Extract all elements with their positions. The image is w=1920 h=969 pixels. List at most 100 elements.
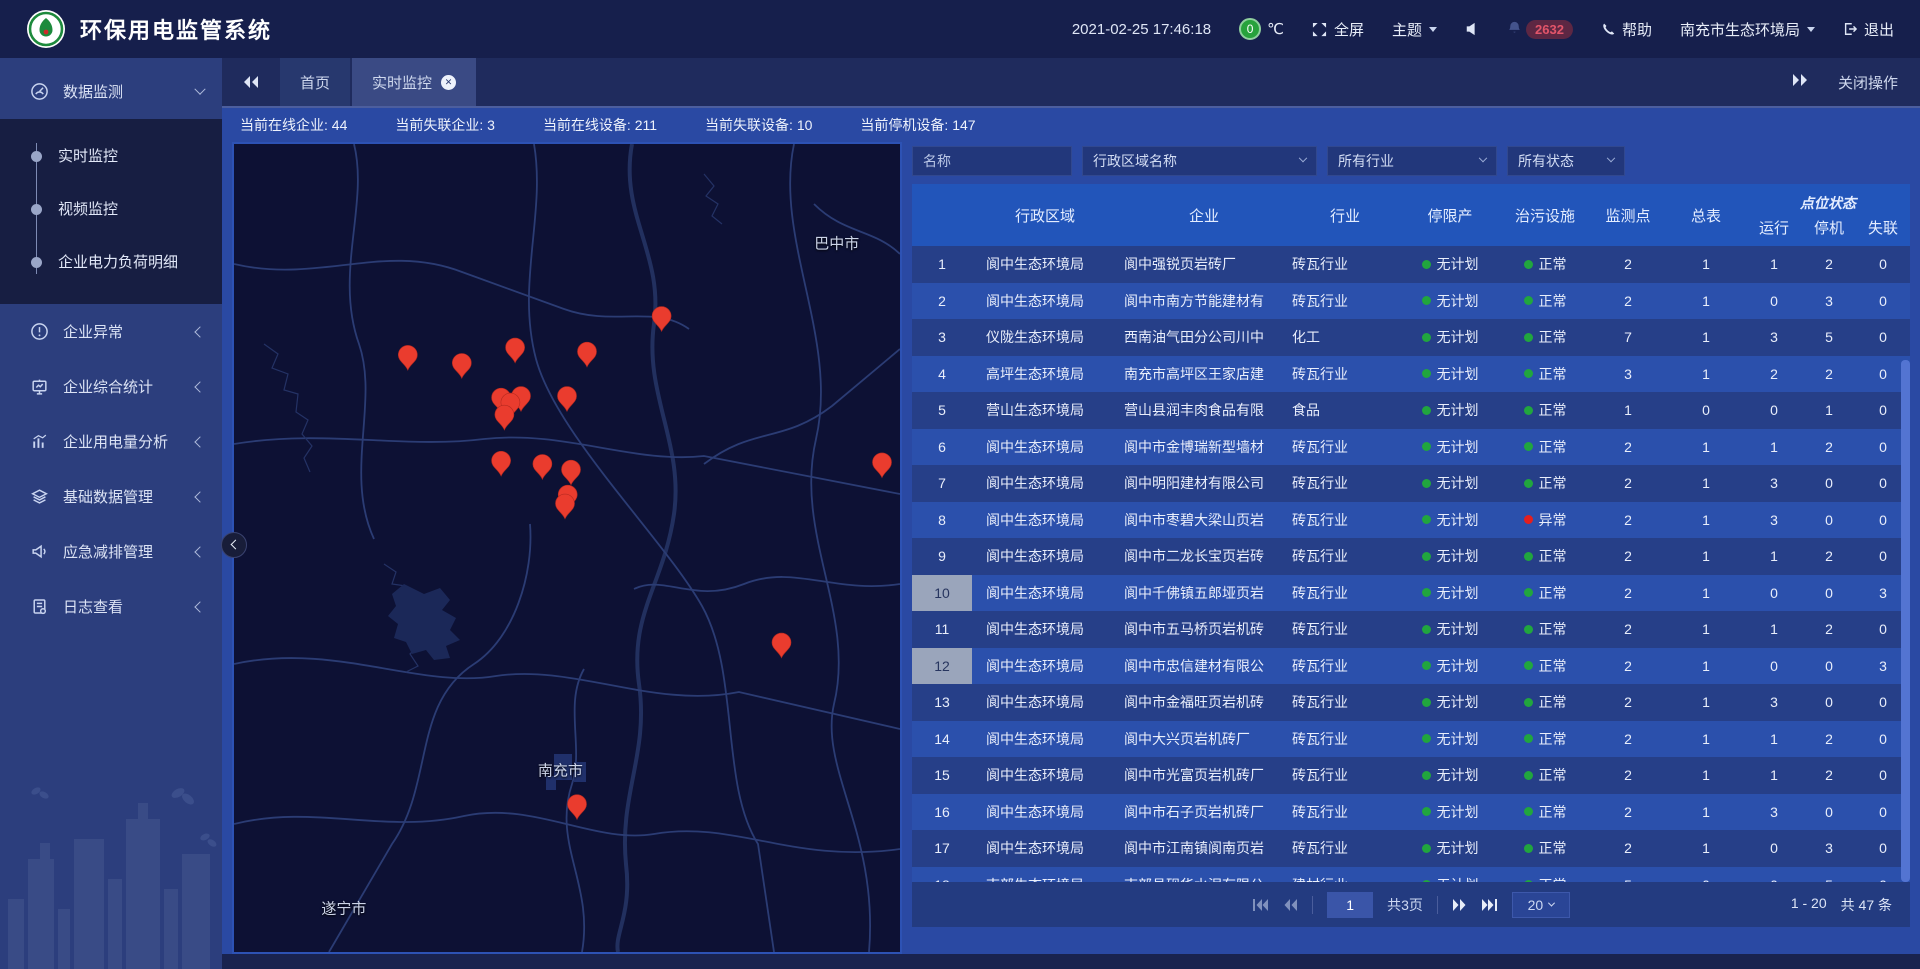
page-number-input[interactable] xyxy=(1327,892,1373,918)
map-pin-icon[interactable] xyxy=(558,387,577,412)
cell-running: 1 xyxy=(1746,246,1802,283)
cell-pollution-facility: 正常 xyxy=(1500,575,1590,612)
org-dropdown[interactable]: 南充市生态环境局 xyxy=(1680,19,1815,40)
map-pin-icon[interactable] xyxy=(578,342,597,367)
sidebar-subitem[interactable]: 实时监控 xyxy=(0,129,222,182)
table-row[interactable]: 11阆中生态环境局阆中市五马桥页岩机砖砖瓦行业无计划正常21120 xyxy=(912,611,1910,648)
map-pin-icon[interactable] xyxy=(398,345,417,370)
status-dot-green xyxy=(1524,698,1533,707)
sidebar-item[interactable]: 基础数据管理 xyxy=(0,469,222,524)
cell-stop-limit: 无计划 xyxy=(1400,502,1500,539)
table-row[interactable]: 1阆中生态环境局阆中强锐页岩砖厂砖瓦行业无计划正常21120 xyxy=(912,246,1910,283)
table-row[interactable]: 3仪陇生态环境局西南油气田分公司川中化工无计划正常71350 xyxy=(912,319,1910,356)
scroll-tabs-left-button[interactable] xyxy=(222,58,280,106)
theme-dropdown[interactable]: 主题 xyxy=(1392,19,1437,40)
table-scrollbar[interactable] xyxy=(1901,246,1910,882)
table-row[interactable]: 16阆中生态环境局阆中市石子页岩机砖厂砖瓦行业无计划正常21300 xyxy=(912,794,1910,831)
map-pin-icon[interactable] xyxy=(873,453,892,478)
cell-pollution-facility: 正常 xyxy=(1500,757,1590,794)
table-row[interactable]: 18南部生态环境局南部县砚华水泥有限公建材行业无计划正常50050 xyxy=(912,867,1910,883)
table-row[interactable]: 15阆中生态环境局阆中市光富页岩机砖厂砖瓦行业无计划正常21120 xyxy=(912,757,1910,794)
table-row[interactable]: 8阆中生态环境局阆中市枣碧大梁山页岩砖瓦行业无计划异常21300 xyxy=(912,502,1910,539)
sidebar-item[interactable]: 企业用电量分析 xyxy=(0,414,222,469)
scrollbar-thumb[interactable] xyxy=(1901,360,1910,882)
tab-close-icon[interactable] xyxy=(441,75,456,90)
last-page-button[interactable] xyxy=(1481,898,1498,912)
table-row[interactable]: 4高坪生态环境局南充市高坪区王家店建砖瓦行业无计划正常31220 xyxy=(912,356,1910,393)
notifications-button[interactable]: 2632 xyxy=(1507,20,1573,39)
sidebar-item[interactable]: 企业异常 xyxy=(0,304,222,359)
name-filter-input[interactable] xyxy=(912,146,1072,176)
cell-monitor-points: 2 xyxy=(1590,757,1666,794)
sidebar-subitem[interactable]: 企业电力负荷明细 xyxy=(0,235,222,288)
scroll-tabs-right-button[interactable] xyxy=(1792,73,1808,92)
status-dot-green xyxy=(1524,771,1533,780)
table-row[interactable]: 7阆中生态环境局阆中明阳建材有限公司砖瓦行业无计划正常21300 xyxy=(912,465,1910,502)
table-row[interactable]: 13阆中生态环境局阆中市金福旺页岩机砖砖瓦行业无计划正常21300 xyxy=(912,684,1910,721)
table-row[interactable]: 14阆中生态环境局阆中大兴页岩机砖厂砖瓦行业无计划正常21120 xyxy=(912,721,1910,758)
table-row[interactable]: 9阆中生态环境局阆中市二龙长宝页岩砖砖瓦行业无计划正常21120 xyxy=(912,538,1910,575)
cell-company: 阆中市金博瑞新型墙材 xyxy=(1118,429,1290,466)
map-panel[interactable]: 巴中市南充市遂宁市 xyxy=(232,142,902,954)
map-pin-icon[interactable] xyxy=(562,460,581,485)
help-button[interactable]: 帮助 xyxy=(1601,19,1652,40)
map-pin-icon[interactable] xyxy=(492,451,511,476)
tab-label: 首页 xyxy=(300,72,330,93)
next-page-button[interactable] xyxy=(1452,898,1467,912)
cell-stop-limit: 无计划 xyxy=(1400,392,1500,429)
status-filter-select[interactable]: 所有状态 xyxy=(1507,146,1625,176)
sidebar-item[interactable]: 应急减排管理 xyxy=(0,524,222,579)
cell-company: 阆中明阳建材有限公司 xyxy=(1118,465,1290,502)
page-size-select[interactable]: 20 xyxy=(1512,892,1570,918)
map-pin-icon[interactable] xyxy=(568,795,587,820)
table-row[interactable]: 17阆中生态环境局阆中市江南镇阆南页岩砖瓦行业无计划正常21030 xyxy=(912,830,1910,867)
cell-industry: 砖瓦行业 xyxy=(1290,794,1400,831)
cell-company: 阆中强锐页岩砖厂 xyxy=(1118,246,1290,283)
bell-icon xyxy=(1507,20,1522,39)
map-pin-icon[interactable] xyxy=(556,494,575,519)
table-row[interactable]: 12阆中生态环境局阆中市忠信建材有限公砖瓦行业无计划正常21003 xyxy=(912,648,1910,685)
map-pin-icon[interactable] xyxy=(772,633,791,658)
map-pin-icon[interactable] xyxy=(506,338,525,363)
prev-page-button[interactable] xyxy=(1283,898,1298,912)
map-pin-icon[interactable] xyxy=(452,354,471,379)
cell-monitor-points: 2 xyxy=(1590,246,1666,283)
map-collapse-button[interactable] xyxy=(221,532,247,558)
tab-实时监控[interactable]: 实时监控 xyxy=(352,58,476,106)
status-dot-green xyxy=(1524,661,1533,670)
cell-index: 2 xyxy=(912,283,972,320)
table-body: 1阆中生态环境局阆中强锐页岩砖厂砖瓦行业无计划正常211202阆中生态环境局阆中… xyxy=(912,246,1910,882)
status-dot-green xyxy=(1422,442,1431,451)
cell-running: 1 xyxy=(1746,429,1802,466)
table-row[interactable]: 5营山生态环境局营山县润丰肉食品有限食品无计划正常10010 xyxy=(912,392,1910,429)
cell-index: 7 xyxy=(912,465,972,502)
cell-region: 阆中生态环境局 xyxy=(972,794,1118,831)
table-row[interactable]: 2阆中生态环境局阆中市南方节能建材有砖瓦行业无计划正常21030 xyxy=(912,283,1910,320)
table-row[interactable]: 6阆中生态环境局阆中市金博瑞新型墙材砖瓦行业无计划正常21120 xyxy=(912,429,1910,466)
table-row[interactable]: 10阆中生态环境局阆中千佛镇五郎垭页岩砖瓦行业无计划正常21003 xyxy=(912,575,1910,612)
status-dot-green xyxy=(1422,333,1431,342)
map-pins-layer xyxy=(398,307,891,820)
sidebar-subitem[interactable]: 视频监控 xyxy=(0,182,222,235)
logout-button[interactable]: 退出 xyxy=(1843,19,1894,40)
close-operations-button[interactable]: 关闭操作 xyxy=(1838,72,1898,93)
sound-mute-button[interactable] xyxy=(1465,22,1479,36)
map-pin-icon[interactable] xyxy=(495,405,514,430)
status-dot-green xyxy=(1422,807,1431,816)
tab-首页[interactable]: 首页 xyxy=(280,58,350,106)
status-dot-green xyxy=(1422,406,1431,415)
cell-halted: 2 xyxy=(1802,429,1856,466)
chevron-left-icon xyxy=(194,381,205,392)
industry-filter-select[interactable]: 所有行业 xyxy=(1327,146,1497,176)
map-pin-icon[interactable] xyxy=(533,455,552,480)
first-page-button[interactable] xyxy=(1252,898,1269,912)
caret-down-icon xyxy=(1429,27,1437,32)
sidebar-item[interactable]: 数据监测 xyxy=(0,64,222,119)
fullscreen-button[interactable]: 全屏 xyxy=(1312,19,1364,40)
cell-stop-limit: 无计划 xyxy=(1400,794,1500,831)
cell-region: 阆中生态环境局 xyxy=(972,721,1118,758)
sidebar-item[interactable]: 企业综合统计 xyxy=(0,359,222,414)
region-filter-select[interactable]: 行政区域名称 xyxy=(1082,146,1317,176)
cell-stop-limit: 无计划 xyxy=(1400,867,1500,883)
sidebar-item[interactable]: 日志查看 xyxy=(0,579,222,634)
